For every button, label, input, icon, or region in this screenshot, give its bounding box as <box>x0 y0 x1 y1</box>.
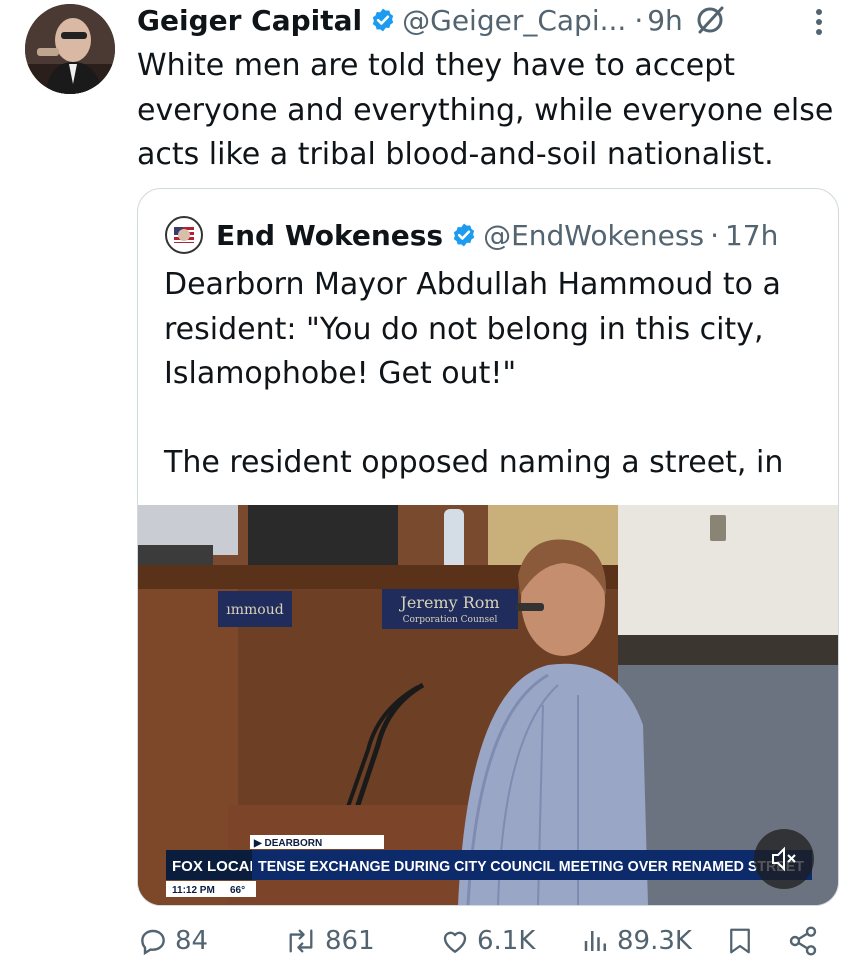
bookmark-button[interactable] <box>725 920 761 962</box>
views-icon <box>584 931 606 951</box>
reply-icon <box>141 929 165 956</box>
repost-icon <box>289 929 313 953</box>
chyron-time: 11:12 PM <box>172 885 215 896</box>
video-player[interactable]: ımmoud Jeremy Rom Corporation Counsel ▶ … <box>138 505 838 905</box>
quoted-tweet-text: Dearborn Mayor Abdullah Hammoud to a res… <box>164 267 784 525</box>
quoted-author-avatar[interactable] <box>164 215 204 255</box>
share-button[interactable] <box>787 920 825 962</box>
quoted-tweet-time[interactable]: 17h <box>725 219 778 252</box>
share-icon <box>789 926 817 956</box>
nameplate-right-subtitle: Corporation Counsel <box>403 615 498 625</box>
tweet-time[interactable]: 9h <box>647 4 683 37</box>
grok-icon[interactable] <box>693 3 727 37</box>
mute-button[interactable] <box>754 829 814 889</box>
reply-button[interactable]: 84 <box>137 920 208 962</box>
repost-button[interactable]: 861 <box>283 920 375 962</box>
reply-count: 84 <box>175 926 209 956</box>
quoted-tweet[interactable]: End Wokeness @EndWokeness · 17h Dearborn… <box>137 188 839 906</box>
like-button[interactable]: 6.1K <box>439 920 535 962</box>
chyron-logo: FOX LOCAL <box>172 858 259 875</box>
nameplate-left: ımmoud <box>226 602 283 618</box>
speaker-muted-icon <box>772 846 796 872</box>
views-button[interactable]: 89.3K <box>581 920 692 962</box>
nameplate-right: Jeremy Rom <box>398 593 499 612</box>
author-name[interactable]: Geiger Capital <box>137 4 362 37</box>
author-handle[interactable]: @Geiger_Capi... <box>402 4 626 37</box>
verified-badge-icon <box>453 223 475 247</box>
bookmark-icon <box>730 928 750 954</box>
tweet-header: Geiger Capital @Geiger_Capi... · 9h <box>137 0 727 40</box>
tweet-text: White men are told they have to accept e… <box>137 48 843 172</box>
chyron-tag: ▶ DEARBORN <box>253 838 322 849</box>
quoted-author-handle[interactable]: @EndWokeness <box>483 219 704 252</box>
author-avatar[interactable] <box>25 4 115 94</box>
view-count: 89.3K <box>617 926 692 956</box>
quoted-author-name[interactable]: End Wokeness <box>216 219 443 252</box>
like-count: 6.1K <box>477 926 536 956</box>
quoted-tweet-header: End Wokeness @EndWokeness · 17h <box>164 209 778 261</box>
separator-dot: · <box>634 3 644 37</box>
verified-badge-icon <box>372 8 394 32</box>
more-options-icon[interactable] <box>808 4 830 40</box>
action-bar: 84 861 6.1K 89.3K <box>137 920 837 962</box>
repost-count: 861 <box>325 926 375 956</box>
chyron-headline: TENSE EXCHANGE DURING CITY COUNCIL MEETI… <box>258 858 804 875</box>
chyron-temperature: 66° <box>230 885 245 896</box>
heart-icon <box>443 931 467 953</box>
separator-dot: · <box>710 218 719 252</box>
